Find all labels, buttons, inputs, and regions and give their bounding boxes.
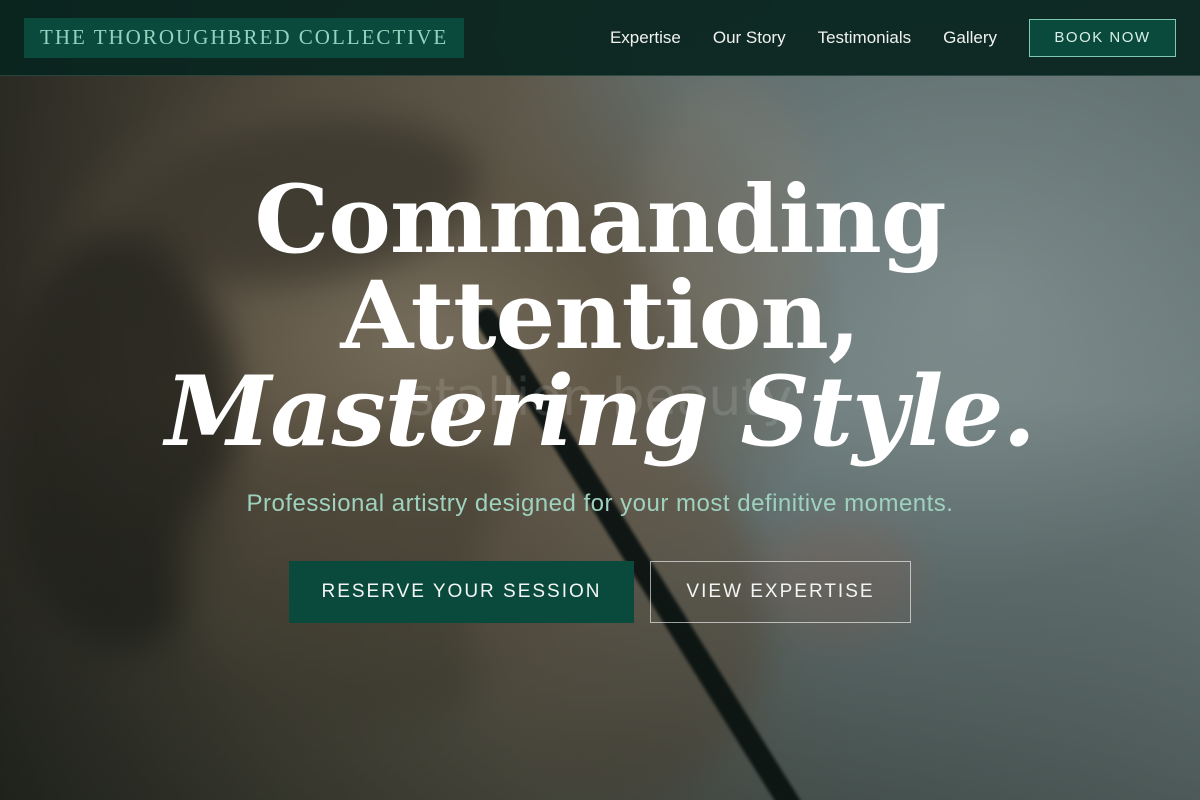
- nav-link-expertise[interactable]: Expertise: [610, 28, 681, 48]
- nav-menu: Expertise Our Story Testimonials Gallery…: [610, 18, 1176, 57]
- brand-logo[interactable]: THE THOROUGHBRED COLLECTIVE: [24, 17, 465, 58]
- hero-headline: Commanding Attention, Mastering Style.: [0, 172, 1200, 460]
- book-now-button[interactable]: BOOK NOW: [1029, 18, 1176, 57]
- nav-link-testimonials[interactable]: Testimonials: [818, 28, 912, 48]
- nav-link-our-story[interactable]: Our Story: [713, 28, 786, 48]
- headline-line-1: Commanding: [254, 165, 946, 275]
- view-expertise-button[interactable]: VIEW EXPERTISE: [650, 561, 911, 623]
- top-navigation: THE THOROUGHBRED COLLECTIVE Expertise Ou…: [0, 0, 1200, 76]
- hero-cta-group: RESERVE YOUR SESSION VIEW EXPERTISE: [289, 561, 911, 623]
- hero-tagline: Professional artistry designed for your …: [246, 490, 954, 517]
- reserve-session-button[interactable]: RESERVE YOUR SESSION: [289, 561, 634, 623]
- nav-link-gallery[interactable]: Gallery: [943, 28, 997, 48]
- hero-section: stallion beauty Commanding Attention, Ma…: [0, 0, 1200, 800]
- headline-line-2: Attention,: [340, 261, 860, 371]
- headline-line-3: Mastering Style.: [165, 355, 1036, 468]
